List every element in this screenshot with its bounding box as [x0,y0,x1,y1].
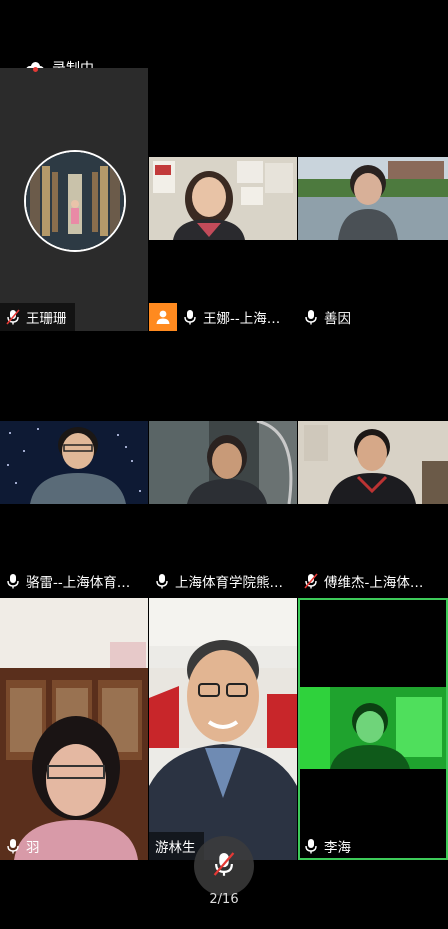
mic-muted-icon [304,573,318,589]
mute-toggle-button[interactable] [194,836,254,896]
participant-video [149,421,297,504]
participant-name: 羽 [26,840,40,856]
mic-icon [6,838,20,854]
participant-video [0,598,148,860]
participant-name: 上海体育学院熊… [175,575,283,591]
participant-tile[interactable]: 傅维杰-上海体… [298,421,448,595]
participant-name-bar: 羽 [0,832,48,860]
participant-video [0,421,148,504]
participant-tile[interactable]: 王珊珊 [0,68,148,331]
participant-name: 傅维杰-上海体… [324,575,424,591]
participant-video [298,157,448,240]
participant-tile[interactable]: 善因 [298,157,448,331]
mic-icon [304,838,318,854]
participant-tile[interactable]: 游林生 [149,598,297,860]
host-badge-icon [149,303,177,331]
participant-name-bar: 李海 [298,832,359,860]
participant-avatar [24,150,126,252]
page-indicator: 2/16 [209,892,239,907]
participant-name: 游林生 [155,840,196,856]
participant-name: 骆雷--上海体育… [26,575,131,591]
mic-icon [183,309,197,325]
participant-name-bar: 善因 [298,303,359,331]
participant-video [149,598,297,860]
participant-name-bar: 王珊珊 [0,303,75,331]
participant-name-bar: 骆雷--上海体育… [0,567,138,595]
participant-name: 王娜--上海… [203,311,281,327]
participant-tile-active[interactable]: 李海 [298,598,448,860]
participant-name-bar: 王娜--上海… [149,303,289,331]
mic-icon [155,573,169,589]
participant-name: 王珊珊 [26,311,67,327]
participant-tile[interactable]: 羽 [0,598,148,860]
participant-tile[interactable]: 上海体育学院熊… [149,421,297,595]
mic-icon [304,309,318,325]
participant-video [298,421,448,504]
participant-video [149,157,297,240]
mic-muted-icon [213,851,235,881]
participant-tile[interactable]: 王娜--上海… [149,157,297,331]
participant-video [300,687,446,769]
mic-muted-icon [6,309,20,325]
participant-name-bar: 傅维杰-上海体… [298,567,431,595]
participant-name: 李海 [324,840,351,856]
participant-name-bar: 上海体育学院熊… [149,567,291,595]
participant-tile[interactable]: 骆雷--上海体育… [0,421,148,595]
participant-name: 善因 [324,311,351,327]
mic-icon [6,573,20,589]
